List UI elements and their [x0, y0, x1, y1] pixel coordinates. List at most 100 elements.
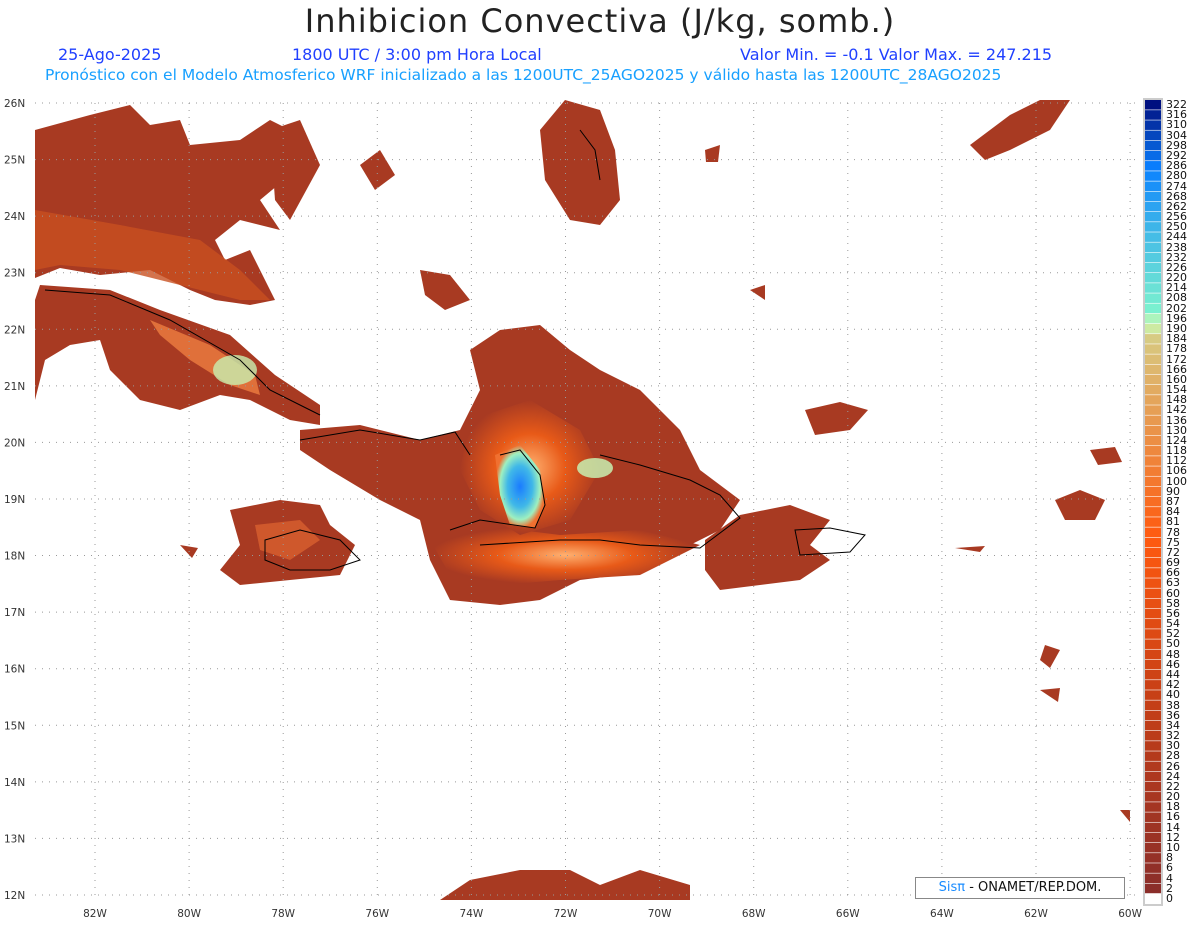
colorbar-swatch [1145, 395, 1161, 405]
map-title: Inhibicion Convectiva (J/kg, somb.) [304, 2, 896, 40]
colorbar-swatch [1145, 313, 1161, 324]
colorbar-swatch [1145, 598, 1161, 609]
colorbar-swatch [1145, 507, 1161, 517]
colorbar-swatch [1145, 557, 1161, 568]
colorbar-swatch [1145, 527, 1161, 538]
lon-label: 76W [365, 908, 389, 920]
valid-time: 1800 UTC / 3:00 pm Hora Local [292, 45, 542, 64]
colorbar-swatch [1145, 435, 1161, 446]
lat-label: 22N [4, 324, 25, 336]
colorbar-swatch [1145, 242, 1161, 253]
colorbar-swatch [1145, 466, 1161, 476]
lat-label: 17N [4, 607, 25, 619]
colorbar-swatch [1145, 334, 1161, 344]
colorbar-swatch [1145, 171, 1161, 181]
valid-date: 25-Ago-2025 [58, 45, 162, 64]
colorbar-swatch [1145, 283, 1161, 293]
colorbar-swatch [1145, 120, 1161, 130]
lat-label: 21N [4, 381, 25, 393]
lat-label: 19N [4, 494, 25, 506]
colorbar-swatch [1145, 588, 1161, 599]
cin-field [35, 100, 1130, 900]
colorbar-swatch [1145, 211, 1161, 222]
lat-label: 16N [4, 664, 25, 676]
colorbar-label: 0 [1166, 891, 1173, 905]
lat-label: 13N [4, 833, 25, 845]
colorbar-swatch [1145, 822, 1161, 833]
colorbar-swatch [1145, 262, 1161, 273]
colorbar-swatch [1145, 537, 1161, 548]
lat-label: 14N [4, 777, 25, 789]
colorbar-swatch [1145, 761, 1161, 772]
lat-label: 20N [4, 437, 25, 449]
colorbar-swatch [1145, 364, 1161, 375]
credit-box: Sisπ - ONAMET/REP.DOM. [915, 877, 1125, 899]
colorbar-swatch [1145, 710, 1161, 721]
map-canvas: 82W 80W 78W 76W 74W 72W 70W 68W 66W 64W 62W 60W 26N 2… [4, 98, 1163, 920]
lat-label: 23N [4, 268, 25, 280]
colorbar-swatch [1145, 781, 1161, 792]
colorbar-swatch [1145, 354, 1161, 365]
colorbar-swatch [1145, 720, 1161, 731]
colorbar-swatch [1145, 547, 1161, 558]
lon-label: 66W [836, 908, 860, 920]
lat-label: 18N [4, 551, 25, 563]
colorbar-swatch [1145, 669, 1161, 680]
lat-label: 24N [4, 211, 25, 223]
colorbar-swatch [1145, 639, 1161, 649]
colorbar-swatch [1145, 273, 1161, 283]
colorbar-swatch [1145, 191, 1161, 202]
colorbar-swatch [1145, 832, 1161, 843]
colorbar-swatch [1145, 446, 1161, 456]
colorbar-swatch [1145, 893, 1161, 904]
colorbar-swatch [1145, 771, 1161, 782]
colorbar-swatch [1145, 140, 1161, 151]
colorbar-swatch [1145, 873, 1161, 884]
colorbar-swatch [1145, 812, 1161, 822]
colorbar-swatch [1145, 659, 1161, 670]
colorbar-swatch [1145, 344, 1161, 354]
colorbar-swatch [1145, 517, 1161, 527]
colorbar-swatch [1145, 293, 1161, 303]
lon-label: 82W [83, 908, 107, 920]
lat-label: 25N [4, 155, 25, 167]
colorbar-swatch [1145, 130, 1161, 141]
colorbar-swatch [1145, 476, 1161, 487]
colorbar-swatch [1145, 374, 1161, 385]
lon-label: 62W [1024, 908, 1048, 920]
forecast-info: Pronóstico con el Modelo Atmosferico WRF… [45, 66, 1002, 84]
colorbar-swatch [1145, 252, 1161, 263]
colorbar-swatch [1145, 568, 1161, 578]
min-max-values: Valor Min. = -0.1 Valor Max. = 247.215 [740, 45, 1053, 64]
lon-label: 74W [460, 908, 484, 920]
lat-label: 26N [4, 98, 25, 110]
colorbar-swatch [1145, 232, 1161, 242]
colorbar-swatch [1145, 415, 1161, 426]
colorbar-swatch [1145, 741, 1161, 751]
colorbar-swatch [1145, 486, 1161, 497]
colorbar-swatch [1145, 578, 1161, 588]
colorbar-swatch [1145, 384, 1161, 395]
lon-label: 64W [930, 908, 954, 920]
colorbar-swatch [1145, 405, 1161, 415]
colorbar-swatch [1145, 802, 1161, 812]
lon-label: 78W [271, 908, 295, 920]
colorbar-swatch [1145, 150, 1161, 161]
colorbar-swatch [1145, 100, 1161, 110]
colorbar-swatch [1145, 303, 1161, 314]
colorbar-swatch [1145, 680, 1161, 690]
colorbar-swatch [1145, 425, 1161, 436]
lon-label: 60W [1118, 908, 1142, 920]
colorbar-swatch [1145, 853, 1161, 863]
colorbar-swatch [1145, 883, 1161, 894]
lat-label: 15N [4, 720, 25, 732]
colorbar-swatch [1145, 730, 1161, 741]
lon-label: 70W [648, 908, 672, 920]
colorbar-swatch [1145, 201, 1161, 212]
credit-text: - ONAMET/REP.DOM. [965, 880, 1102, 895]
lon-label: 80W [177, 908, 201, 920]
colorbar-swatch [1145, 456, 1161, 466]
colorbar-swatch [1145, 608, 1161, 619]
colorbar-swatch [1145, 323, 1161, 334]
colorbar-swatch [1145, 863, 1161, 873]
